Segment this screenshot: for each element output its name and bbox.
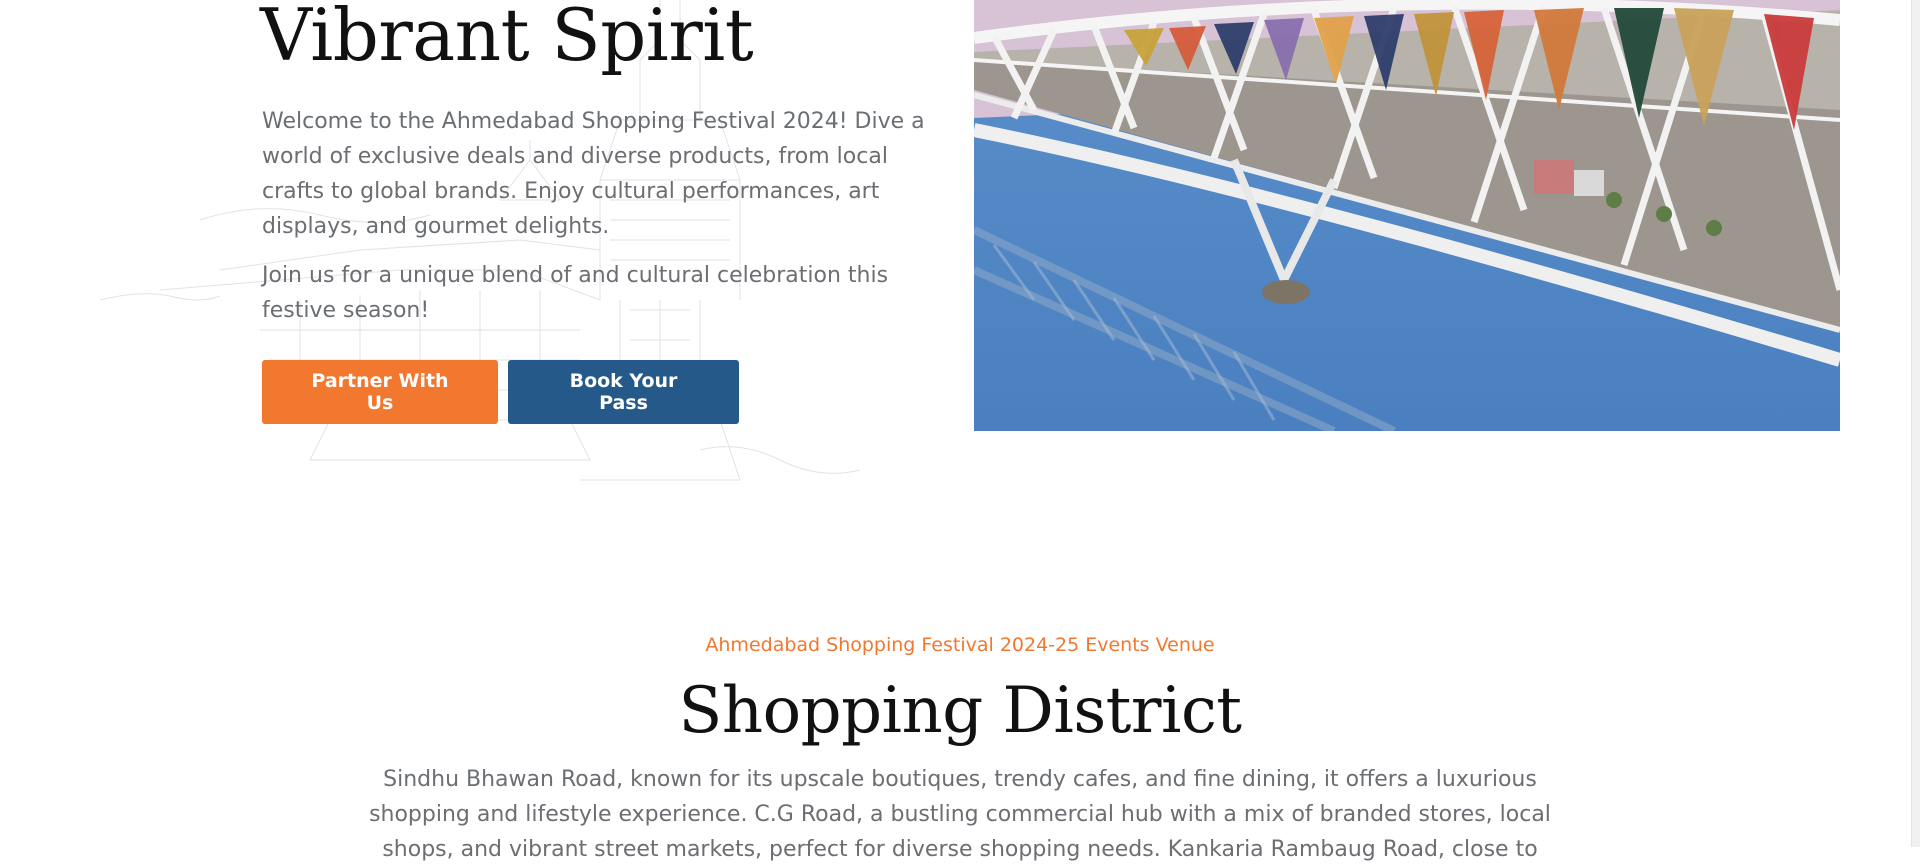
book-your-pass-button[interactable]: Book Your Pass: [508, 360, 739, 424]
hero-title: Vibrant Spirit: [260, 0, 754, 77]
hero-cta-buttons: Partner With Us Book Your Pass: [262, 360, 739, 424]
partner-with-us-button[interactable]: Partner With Us: [262, 360, 498, 424]
venue-description: Sindhu Bhawan Road, known for its upscal…: [369, 767, 1551, 862]
venue-title: Shopping District: [678, 674, 1243, 748]
atal-bridge-illustration: [974, 0, 1840, 431]
venue-eyebrow: Ahmedabad Shopping Festival 2024-25 Even…: [705, 634, 1215, 656]
hero-section: Vibrant Spirit Welcome to the Ahmedabad …: [0, 0, 1920, 480]
venue-section: Ahmedabad Shopping Festival 2024-25 Even…: [0, 620, 1920, 867]
hero-description: Welcome to the Ahmedabad Shopping Festiv…: [262, 104, 932, 342]
hero-paragraph-intro: Welcome to the Ahmedabad Shopping Festiv…: [262, 109, 925, 239]
bridge-image: [974, 0, 1840, 431]
hero-paragraph-invite: Join us for a unique blend of and cultur…: [262, 263, 889, 323]
